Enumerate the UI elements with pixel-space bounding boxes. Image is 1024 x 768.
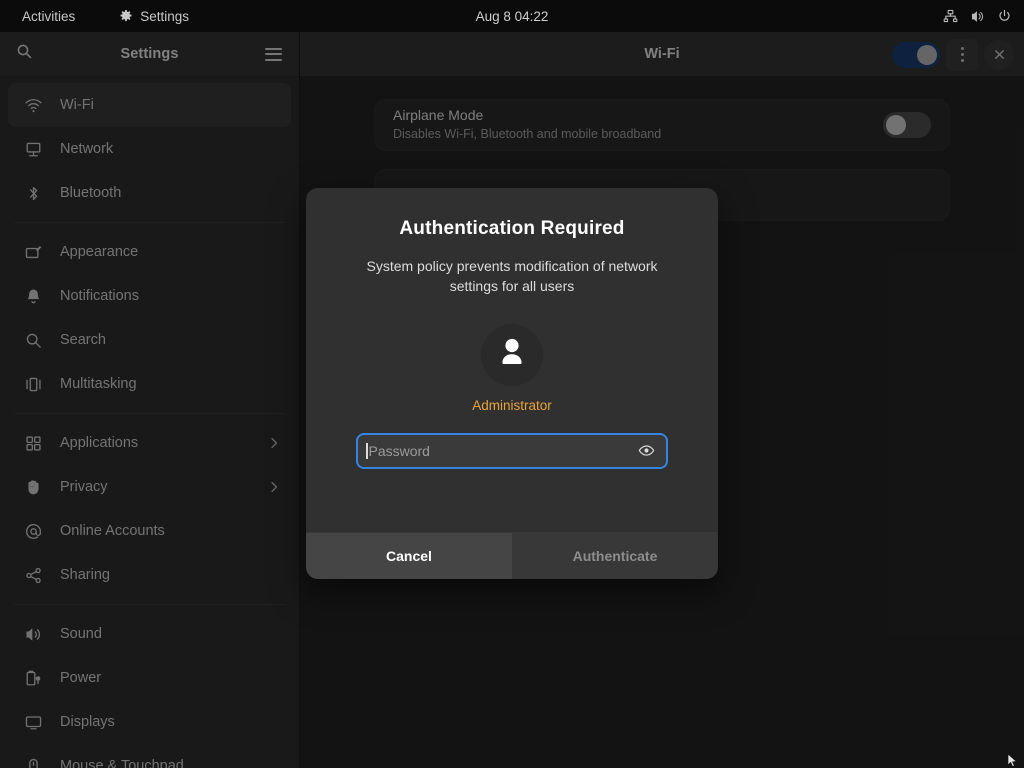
dialog-message: System policy prevents modification of n…: [366, 258, 658, 295]
dialog-username: Administrator: [472, 397, 552, 413]
eye-icon[interactable]: [636, 441, 656, 461]
authentication-dialog: Authentication Required System policy pr…: [306, 188, 718, 579]
screen: Activities Settings Aug 8 04:22 Settings…: [0, 0, 1024, 768]
dialog-body: Authentication Required System policy pr…: [306, 188, 718, 532]
mouse-cursor: [1007, 753, 1018, 768]
password-input[interactable]: Password: [369, 443, 637, 459]
app-menu-button[interactable]: Settings: [111, 6, 197, 27]
volume-icon: [970, 9, 985, 24]
system-status-area[interactable]: [943, 9, 1012, 24]
user-avatar-icon: [492, 332, 532, 377]
wired-network-icon: [943, 9, 958, 24]
avatar: [481, 323, 543, 386]
text-caret: [366, 442, 368, 459]
activities-button[interactable]: Activities: [14, 6, 83, 27]
cancel-button[interactable]: Cancel: [306, 533, 512, 579]
power-icon: [997, 9, 1012, 24]
gear-icon: [119, 9, 133, 23]
authenticate-button[interactable]: Authenticate: [512, 533, 718, 579]
app-menu-label: Settings: [140, 8, 190, 24]
dialog-title: Authentication Required: [399, 218, 625, 239]
dialog-actions: Cancel Authenticate: [306, 532, 718, 579]
gnome-top-bar: Activities Settings Aug 8 04:22: [0, 0, 1024, 32]
password-field-wrapper[interactable]: Password: [356, 432, 668, 469]
